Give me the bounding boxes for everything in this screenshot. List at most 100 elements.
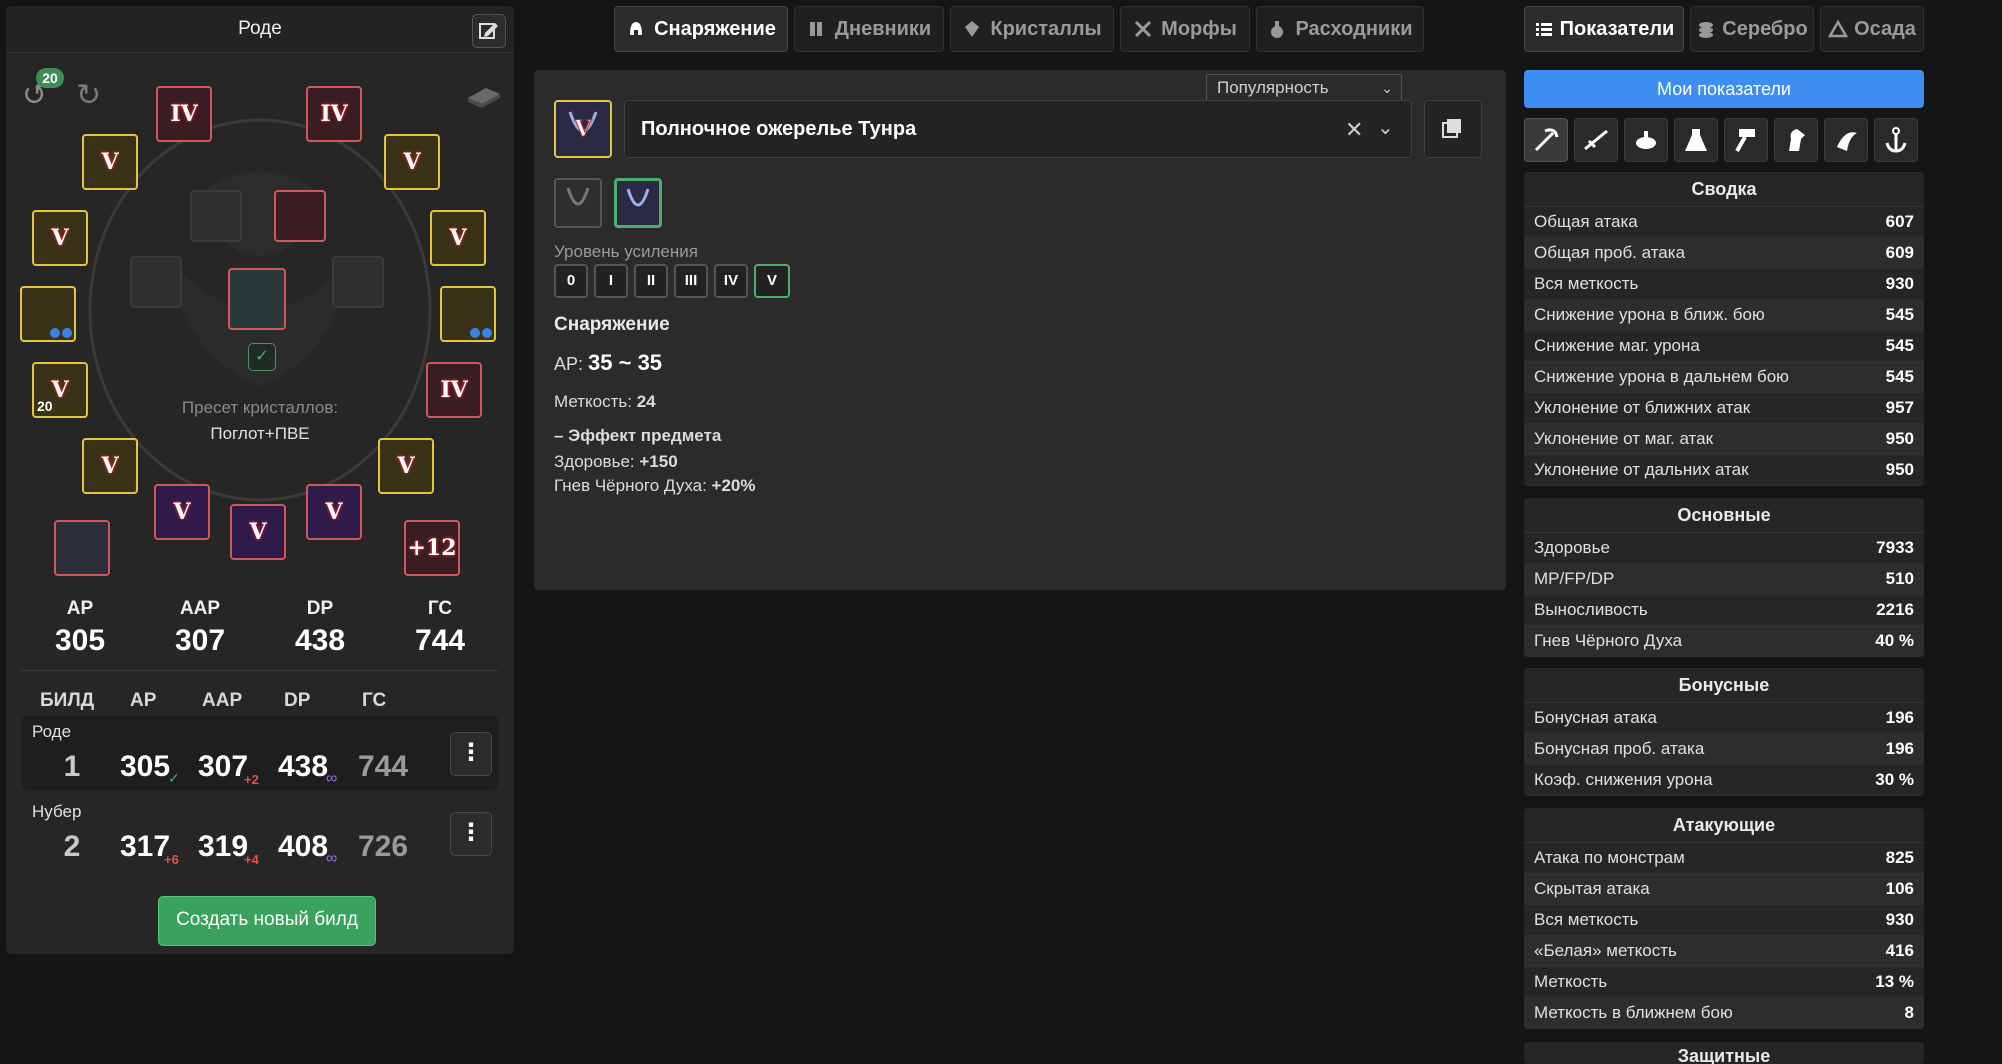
gear-slot-earring-2[interactable]: V xyxy=(32,210,88,266)
close-icon[interactable]: ✕ xyxy=(1345,117,1363,143)
build-menu-button[interactable]: ⋮ xyxy=(450,812,492,856)
gear-slot-ring[interactable]: V xyxy=(384,134,440,190)
stat-row: Снижение урона в ближ. бою 545 xyxy=(1524,300,1924,331)
class-filter-hammer-icon[interactable] xyxy=(1724,118,1768,162)
item-variant[interactable] xyxy=(554,178,602,228)
my-stats-button[interactable]: Мои показатели xyxy=(1524,70,1924,108)
tab-morphs[interactable]: Морфы xyxy=(1120,6,1250,52)
crystal-slot-1[interactable] xyxy=(190,190,242,242)
copy-button[interactable] xyxy=(1424,100,1482,158)
tab-label: Кристаллы xyxy=(990,17,1102,40)
stat-row: Вся меткость 930 xyxy=(1524,905,1924,936)
stat-row: Выносливость 2216 xyxy=(1524,595,1924,626)
item-select-value: Полночное ожерелье Тунра xyxy=(641,118,917,140)
stat-label-ap: AP xyxy=(66,598,94,619)
enhance-level-button[interactable]: 0 xyxy=(554,264,588,298)
item-variant-selected[interactable] xyxy=(614,178,662,228)
class-filter-rifle-icon[interactable] xyxy=(1574,118,1618,162)
class-filter-alchemy-icon[interactable] xyxy=(1674,118,1718,162)
stat-value-aap: 307 xyxy=(174,624,226,657)
ap-line: AP: 35 ~ 35 xyxy=(554,350,663,375)
tab-crystals[interactable]: Кристаллы xyxy=(950,6,1114,52)
tab-consumables[interactable]: Расходники xyxy=(1256,6,1424,52)
enhance-level-label: Уровень усиления xyxy=(554,242,698,261)
gear-slot-belt[interactable] xyxy=(20,286,76,342)
tab-gear[interactable]: Снаряжение xyxy=(614,6,788,52)
gear-slot-earring[interactable]: V xyxy=(82,134,138,190)
class-filter-cooking-icon[interactable] xyxy=(1624,118,1668,162)
stat-row: Уклонение от маг. атак 950 xyxy=(1524,424,1924,455)
gear-section-title: Снаряжение xyxy=(554,314,670,335)
build-dp: 438 xyxy=(278,750,329,783)
gear-slot-armor-2[interactable]: V xyxy=(306,484,362,540)
book-icon[interactable] xyxy=(464,80,504,112)
gear-slot-tool[interactable]: +12 xyxy=(404,520,460,576)
tab-journals[interactable]: Дневники xyxy=(794,6,944,52)
tab-label: Расходники xyxy=(1295,17,1413,40)
gear-slot-ring-2[interactable]: V xyxy=(430,210,486,266)
enhance-level-button[interactable]: III xyxy=(674,264,708,298)
accuracy-line: Меткость: 24 xyxy=(554,392,656,411)
class-filter-anchor-icon[interactable] xyxy=(1874,118,1918,162)
stat-row: Скрытая атака 106 xyxy=(1524,874,1924,905)
copy-icon xyxy=(1442,119,1461,138)
build-column-header: AP xyxy=(130,690,157,711)
enhance-level-button-selected[interactable]: V xyxy=(754,264,790,298)
stat-value-ap: 305 xyxy=(54,624,106,657)
tab-silver[interactable]: Серебро xyxy=(1690,6,1814,52)
tab-label: Показатели xyxy=(1559,17,1675,40)
build-row[interactable]: Роде 1 305 ✓ 307 +2 438 ∞ 744 ⋮ xyxy=(22,716,498,790)
tab-siege[interactable]: Осада xyxy=(1820,6,1924,52)
enhance-level-button[interactable]: IV xyxy=(714,264,748,298)
crystal-slot-4[interactable] xyxy=(332,256,384,308)
tab-label: Морфы xyxy=(1161,17,1237,40)
gear-slot-alchemy-stone[interactable] xyxy=(54,520,110,576)
class-filter-fishing-icon[interactable] xyxy=(1824,118,1868,162)
stat-row: MP/FP/DP 510 xyxy=(1524,564,1924,595)
gear-slot-necklace[interactable]: V xyxy=(378,438,434,494)
build-row[interactable]: Нубер 2 317 +6 319 +4 408 ∞ 726 ⋮ xyxy=(22,796,498,870)
gear-slot-armor[interactable]: IV xyxy=(306,86,362,142)
crystal-preset-value[interactable]: Поглот+ПВЕ xyxy=(6,424,514,444)
build-column-header: БИЛД xyxy=(40,690,95,711)
stat-value-dp: 438 xyxy=(294,624,346,657)
class-filter-horse-icon[interactable] xyxy=(1774,118,1818,162)
build-name: Нубер xyxy=(32,802,82,821)
chevron-down-icon: ⌄ xyxy=(1381,80,1393,96)
enhance-level-button[interactable]: I xyxy=(594,264,628,298)
coins-icon xyxy=(1699,22,1714,38)
enhance-level-button[interactable]: II xyxy=(634,264,668,298)
gear-slot-belt-2[interactable] xyxy=(440,286,496,342)
gear-slot-shoes[interactable]: V xyxy=(230,504,286,560)
build-menu-button[interactable]: ⋮ xyxy=(450,732,492,776)
gear-slot-sub-weapon[interactable]: V xyxy=(82,438,138,494)
crystal-slot-2[interactable] xyxy=(274,190,326,242)
gear-slot-helmet[interactable]: IV xyxy=(156,86,212,142)
create-build-button[interactable]: Создать новый билд xyxy=(158,896,376,946)
tent-icon xyxy=(1828,19,1849,38)
class-filter-scythe-icon[interactable] xyxy=(1524,118,1568,162)
tab-stats[interactable]: Показатели xyxy=(1524,6,1684,52)
crystal-slot-main[interactable] xyxy=(228,268,286,330)
crystal-check-icon[interactable]: ✓ xyxy=(248,343,276,371)
stat-row: Меткость в ближнем бою 8 xyxy=(1524,998,1924,1029)
stat-card-main: Основные Здоровье 7933 MP/FP/DP 510 Выносл… xyxy=(1524,498,1924,657)
gear-slot-gloves[interactable]: V xyxy=(154,484,210,540)
stat-card-defense: Защитные xyxy=(1524,1042,1924,1064)
item-select[interactable]: Полночное ожерелье Тунра ✕ ⌄ xyxy=(624,100,1412,158)
character-name: Роде xyxy=(238,18,282,39)
chevron-down-icon[interactable]: ⌄ xyxy=(1377,115,1394,140)
build-column-header: DP xyxy=(284,690,311,711)
crystal-icon xyxy=(965,21,980,37)
stat-label-gs: ГС xyxy=(427,598,453,619)
pencil-icon xyxy=(479,23,498,39)
crystal-slot-3[interactable] xyxy=(130,256,182,308)
item-icon: V xyxy=(554,100,612,158)
crystal-preset-label: Пресет кристаллов: xyxy=(181,398,339,417)
stat-card-bonus: Бонусные Бонусная атака 196 Бонусная проб… xyxy=(1524,668,1924,796)
stat-row: Коэф. снижения урона 30 % xyxy=(1524,765,1924,796)
item-effect-title: – Эффект предмета xyxy=(554,426,722,445)
stat-card-title: Атакующие xyxy=(1524,808,1924,843)
edit-button[interactable] xyxy=(472,14,506,48)
sort-select[interactable]: Популярность ⌄ xyxy=(1206,74,1402,102)
